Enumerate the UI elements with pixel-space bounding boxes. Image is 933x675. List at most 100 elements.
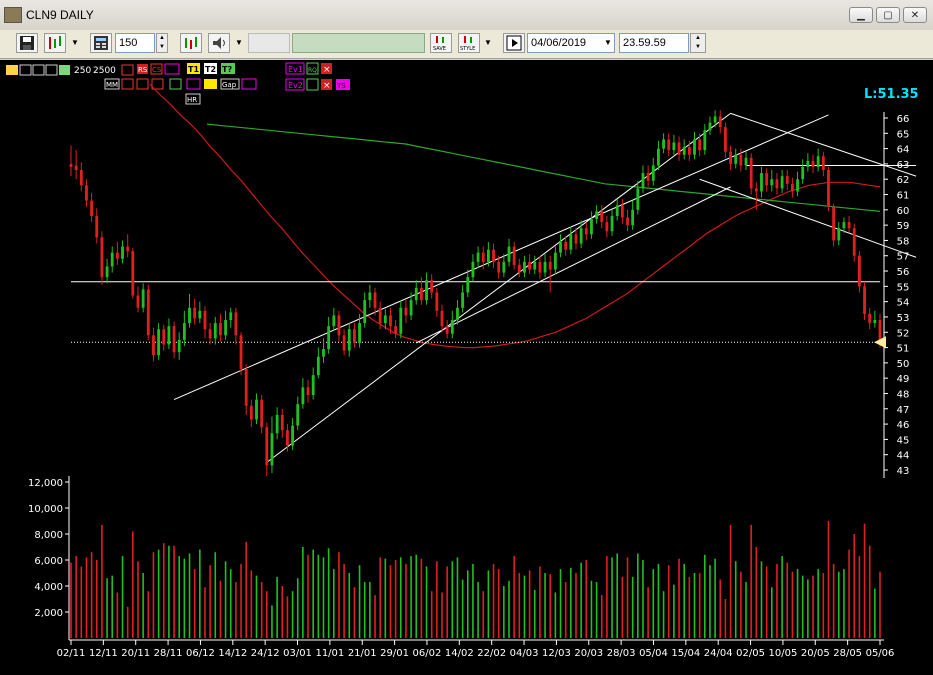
candle-body [481, 252, 485, 262]
candle-body [239, 335, 243, 369]
chevron-down-icon[interactable]: ▼ [483, 33, 493, 53]
candle-body [394, 326, 398, 334]
title-bar: CLN9 DAILY ▁ ▢ ✕ [0, 0, 933, 31]
date-tick-label: 28/05 [833, 648, 862, 659]
indicator-icon[interactable] [180, 33, 202, 53]
cs-label: CS [152, 66, 162, 74]
candle-body [85, 185, 88, 201]
moving-average-green [206, 123, 881, 212]
line-tool-icon[interactable] [45, 64, 58, 76]
app-icon [4, 7, 22, 23]
maximize-button[interactable]: ▢ [876, 7, 900, 23]
time-stepper[interactable]: ▲ ▼ [690, 33, 706, 53]
date-tick-label: 28/03 [607, 648, 636, 659]
candle-body [466, 277, 470, 293]
candle-body [435, 292, 439, 311]
candle-body [378, 307, 382, 324]
ma-2500-label[interactable]: 2500 [93, 66, 116, 76]
candle-body [662, 139, 665, 149]
candle-body [827, 170, 830, 207]
wave-icon[interactable] [164, 63, 180, 75]
window-title: CLN9 DAILY [26, 8, 94, 22]
date-field[interactable]: 04/06/2019 [527, 33, 615, 53]
candle-body [90, 200, 94, 216]
bars-count-stepper[interactable]: ▲ ▼ [156, 33, 168, 53]
candle-body [296, 404, 300, 426]
candle-body [620, 205, 624, 218]
status-panel [292, 33, 425, 53]
t2-label: T2 [205, 65, 216, 74]
price-tick-label: 47 [897, 405, 910, 416]
rs-label: RS [138, 66, 148, 74]
candle-body [425, 280, 428, 301]
candle-body [249, 405, 253, 420]
price-tick-label: 48 [897, 389, 910, 400]
chart-icon[interactable] [136, 78, 149, 90]
chart-type-icon[interactable] [44, 33, 66, 53]
candle-body [492, 249, 495, 262]
candle-body [765, 173, 769, 186]
date-dropdown-icon[interactable]: ▼ [603, 33, 613, 53]
date-tick-label: 14/12 [218, 648, 247, 659]
svg-text:×: × [323, 65, 331, 75]
flag-icon[interactable] [204, 79, 217, 89]
date-tick-label: 22/02 [477, 648, 506, 659]
candle-body [322, 349, 325, 357]
menu-icon[interactable] [241, 78, 257, 90]
price-chart[interactable]: 250 2500 RS CS T1 T2 T? Ev1 RQ × MM Gap … [0, 60, 933, 675]
line-tool-icon[interactable] [19, 64, 32, 76]
candle-body [456, 307, 459, 321]
candle-body [667, 139, 671, 151]
candle-body [306, 387, 310, 396]
price-tick-label: 54 [897, 298, 910, 309]
price-tick-label: 57 [897, 252, 910, 263]
price-tick-label: 49 [897, 374, 910, 385]
style-icon[interactable]: STYLE [458, 33, 480, 53]
candle-body [754, 188, 758, 192]
date-tick-label: 24/04 [704, 648, 733, 659]
candle-body [760, 173, 763, 192]
candle-body [559, 241, 562, 253]
sound-icon[interactable] [208, 33, 230, 53]
last-price-label: L:51.35 [864, 87, 919, 102]
list-icon[interactable] [121, 78, 134, 90]
candle-body [430, 280, 434, 293]
bars-count-field[interactable]: 150 [115, 33, 155, 53]
edit-icon[interactable] [59, 65, 70, 75]
candle-body [198, 310, 202, 319]
chevron-down-icon[interactable]: ▼ [70, 33, 80, 53]
ma-250-label[interactable]: 250 [74, 66, 91, 76]
chevron-down-icon[interactable]: ▼ [234, 33, 244, 53]
candle-body [569, 234, 573, 250]
save-layout-icon[interactable]: SAVE [430, 33, 452, 53]
rq-button[interactable] [306, 78, 319, 91]
candle-body [651, 165, 655, 181]
ev1-label: Ev1 [288, 65, 303, 74]
candle-body [363, 300, 367, 324]
chart-panel[interactable]: 250 2500 RS CS T1 T2 T? Ev1 RQ × MM Gap … [0, 60, 933, 675]
pencil-icon[interactable] [6, 65, 18, 75]
wave-icon[interactable] [186, 78, 201, 90]
candle-body [79, 170, 83, 186]
candle-body [224, 320, 228, 336]
candle-body [286, 430, 289, 446]
candle-body [579, 228, 583, 244]
close-button[interactable]: ✕ [903, 7, 927, 23]
save-icon[interactable] [16, 33, 38, 53]
candle-body [615, 205, 619, 216]
candle-body [301, 387, 305, 405]
candle-body [146, 289, 150, 336]
play-icon[interactable] [503, 33, 525, 53]
candle-body [873, 320, 877, 324]
candle-body [729, 151, 732, 164]
indicator-icon[interactable] [121, 64, 134, 76]
candle-body [270, 433, 274, 466]
line-tool-icon[interactable] [32, 64, 45, 76]
trend-icon[interactable] [169, 78, 182, 90]
time-field[interactable]: 23.59.59 [619, 33, 689, 53]
mm-label: MM [106, 81, 118, 89]
gap-label: Gap [222, 81, 237, 89]
minimize-button[interactable]: ▁ [849, 7, 873, 23]
hr-label: HR [187, 96, 197, 104]
calculator-icon[interactable] [90, 33, 112, 53]
